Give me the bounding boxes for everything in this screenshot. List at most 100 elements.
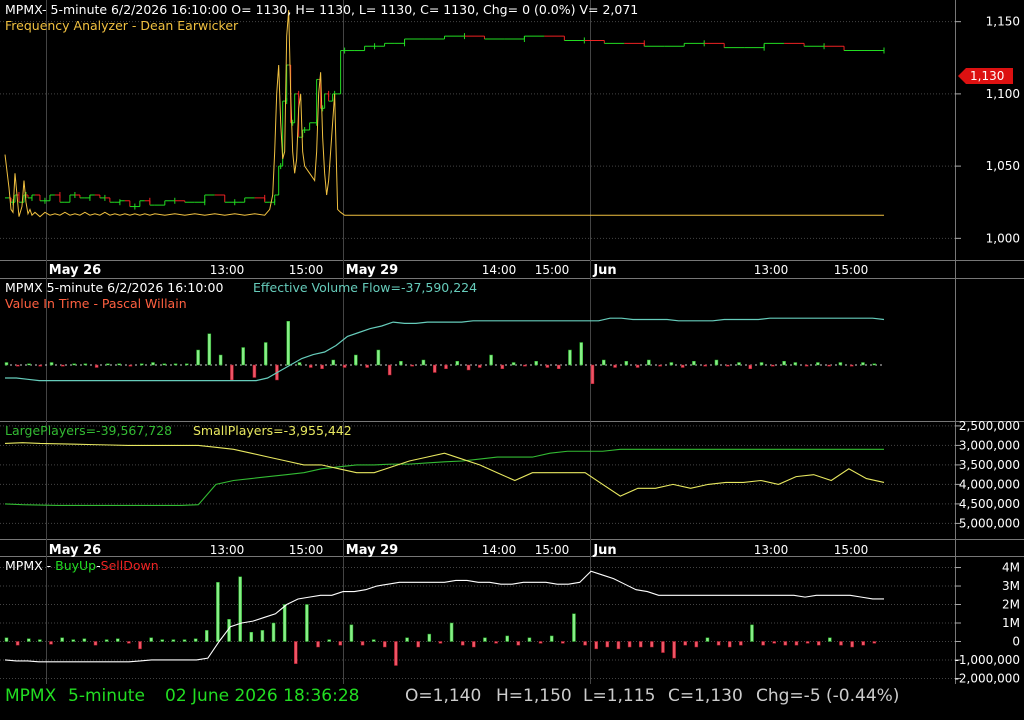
flow-bar: [331, 359, 336, 366]
buyup-selldown-bar: [605, 641, 610, 648]
buyup-selldown-bar: [294, 641, 298, 664]
buyup-selldown-bar: [138, 641, 142, 650]
buyup-selldown-bar: [727, 641, 732, 648]
buyup-selldown-bar: [260, 630, 265, 642]
flow-bar: [342, 364, 347, 368]
buyup-selldown-bar: [783, 641, 788, 646]
flow-bar: [793, 362, 798, 366]
flow-bar: [624, 361, 629, 366]
time-axis-label: 15:00: [535, 543, 570, 557]
buyup-selldown-bar: [828, 637, 832, 642]
buyup-selldown-bar: [483, 637, 487, 642]
status-datetime: 02 June 2026 18:36:28: [165, 686, 360, 706]
flow-header-indicator: Effective Volume Flow=-37,590,224: [253, 280, 477, 295]
flow-bar: [816, 362, 820, 366]
buyup-selldown-bar: [394, 641, 398, 666]
buyup-selldown-bar: [739, 641, 743, 646]
buyup-selldown-title: MPMX - BuyUp-SellDown: [5, 558, 159, 573]
flow-bar: [61, 364, 65, 367]
flow-bar: [590, 364, 595, 384]
flow-bar: [703, 364, 707, 367]
buyup-selldown-panel: 4M 3M 2M 1M 0 -1,000,000 -2,000,000: [0, 561, 1020, 684]
time-axis-label: May 26: [49, 543, 101, 558]
small-players-label: SmallPlayers=-3,955,442: [193, 423, 352, 438]
flow-bar: [511, 362, 516, 366]
flow-bar: [196, 349, 200, 366]
effective-volume-flow-line: [5, 317, 885, 382]
flow-bar: [16, 364, 20, 367]
flow-bar: [545, 364, 550, 368]
time-axis-label: 15:00: [535, 263, 570, 277]
chart-canvas: 1,000 1,050 1,100 1,150 2,500,000 3,000,000 3…: [0, 0, 1024, 684]
players-y-tick-label: 3,000,000: [959, 438, 1020, 452]
time-axis-label: May 29: [346, 263, 398, 278]
small-players-line: [4, 442, 885, 497]
volume-flow-panel: [4, 317, 885, 384]
price-indicator-label: Frequency Analyzer - Dean Earwicker: [5, 18, 239, 33]
flow-bar: [421, 359, 426, 366]
time-axis-label: 13:00: [754, 263, 789, 277]
flow-bar: [94, 364, 99, 368]
flow-bar: [297, 362, 302, 366]
status-bar: MPMX 5-minute 02 June 2026 18:36:28 O=1,…: [0, 684, 1024, 712]
status-low: L=1,115: [583, 686, 656, 706]
flow-bar: [635, 364, 640, 368]
buyup-selldown-bar: [282, 604, 287, 642]
price-y-tick-label: 1,150: [986, 15, 1020, 29]
flow-bar: [162, 363, 167, 366]
flow-bar: [83, 363, 88, 366]
price-panel: 1,000 1,050 1,100 1,150: [0, 10, 1020, 245]
flow-bar: [218, 354, 223, 366]
buyup-selldown-bar: [672, 641, 676, 659]
players-y-tick-label: 4,500,000: [959, 497, 1020, 511]
flow-bar: [241, 347, 245, 366]
flow-bar: [354, 354, 358, 366]
buyup-selldown-bar: [705, 637, 710, 642]
flow-bar: [399, 361, 403, 366]
status-close: C=1,130: [668, 686, 743, 706]
buyup-selldown-bar: [594, 641, 598, 650]
buyup-y-tick-label: 3M: [1002, 579, 1020, 593]
flow-bar: [263, 342, 268, 366]
buyup-selldown-bar: [182, 639, 187, 642]
large-players-label: LargePlayers=-39,567,728: [5, 423, 172, 438]
buyup-y-tick-label: 2M: [1002, 598, 1020, 612]
buyup-selldown-bar: [383, 641, 387, 648]
buyup-selldown-bar: [316, 641, 320, 648]
buyup-selldown-bar: [661, 641, 665, 653]
large-players-line: [4, 448, 884, 507]
flow-bar: [466, 364, 471, 371]
flow-bar: [658, 364, 662, 367]
flow-bar: [376, 349, 381, 366]
svg-text:1,130: 1,130: [970, 69, 1004, 83]
time-axis-label: Jun: [592, 543, 616, 558]
flow-bar: [432, 364, 437, 373]
buyup-y-tick-label: 0: [1012, 634, 1020, 648]
buyup-selldown-bar: [349, 624, 354, 642]
price-y-tick-label: 1,000: [986, 231, 1020, 245]
cumulative-line: [4, 570, 884, 663]
flow-bar: [737, 362, 741, 366]
buyup-selldown-bar: [549, 635, 554, 642]
buyup-selldown-bar: [238, 576, 242, 642]
flow-bar: [680, 364, 685, 368]
frequency-line: [4, 10, 884, 218]
buyup-selldown-bar: [716, 641, 721, 646]
buyup-selldown-bar: [683, 641, 687, 646]
time-axis-label: 13:00: [210, 263, 245, 277]
flow-bar: [647, 359, 651, 366]
buyup-selldown-bar: [805, 641, 810, 644]
buyup-selldown-bar: [27, 638, 31, 642]
flow-bar: [478, 364, 482, 368]
flow-bar: [771, 364, 775, 367]
flow-bar: [309, 364, 313, 368]
status-change: Chg=-5 (-0.44%): [756, 686, 900, 706]
buyup-selldown-bar: [82, 638, 87, 642]
buyup-selldown-bar: [60, 637, 64, 642]
buyup-selldown-bar: [116, 638, 120, 642]
price-y-tick-label: 1,100: [986, 87, 1020, 101]
status-high: H=1,150: [496, 686, 572, 706]
buyup-selldown-bar: [416, 641, 420, 648]
buyup-selldown-bar: [638, 641, 643, 648]
time-axis-label: May 26: [49, 263, 101, 278]
